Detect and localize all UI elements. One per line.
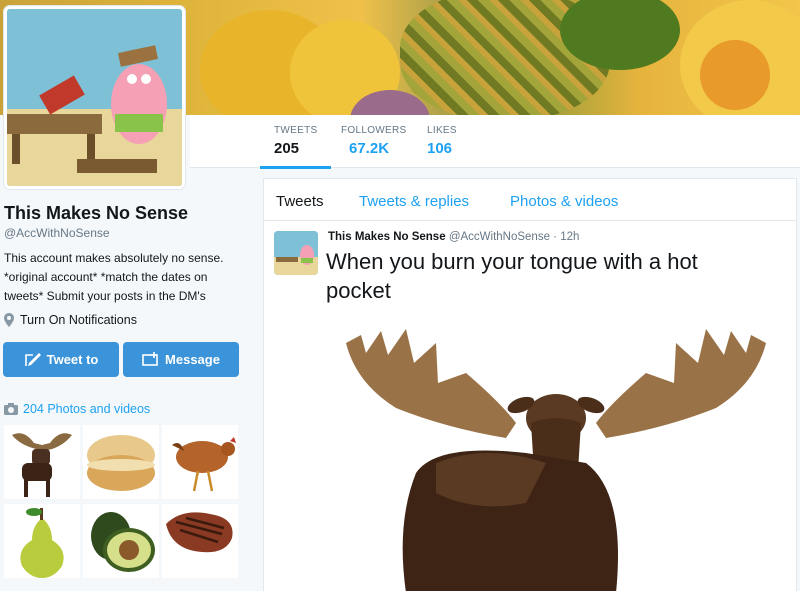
tweet-media-image[interactable] bbox=[326, 313, 788, 591]
pear-thumbnail-image bbox=[4, 504, 80, 578]
thumbnail-steak[interactable] bbox=[162, 504, 238, 578]
profile-bio: This account makes absolutely no sense. … bbox=[4, 251, 224, 303]
tweet-author-handle[interactable]: @AccWithNoSense bbox=[449, 231, 550, 243]
tweet-separator: · bbox=[553, 231, 558, 243]
tweet-author-avatar[interactable] bbox=[274, 231, 318, 275]
stat-likes[interactable]: LIKES 106 bbox=[427, 125, 457, 157]
steak-thumbnail-image bbox=[162, 504, 238, 578]
profile-handle[interactable]: @AccWithNoSense bbox=[4, 226, 110, 240]
tab-tweets-replies[interactable]: Tweets & replies bbox=[359, 193, 469, 210]
profile-avatar[interactable] bbox=[4, 6, 185, 189]
stat-likes-label: LIKES bbox=[427, 125, 457, 136]
camera-icon bbox=[4, 403, 18, 415]
profile-stats-bar: TWEETS 205 FOLLOWERS 67.2K LIKES 106 bbox=[190, 115, 800, 169]
biscuit-thumbnail-image bbox=[83, 425, 159, 499]
compose-icon bbox=[24, 352, 41, 366]
thumbnail-avocado[interactable] bbox=[83, 504, 159, 578]
stat-followers-label: FOLLOWERS bbox=[341, 125, 407, 136]
thumbnail-biscuit[interactable] bbox=[83, 425, 159, 499]
photos-videos-label: 204 Photos and videos bbox=[23, 402, 151, 416]
avocado-thumbnail-image bbox=[83, 504, 159, 578]
tab-photos-videos[interactable]: Photos & videos bbox=[510, 193, 618, 210]
notifications-label: Turn On Notifications bbox=[20, 313, 137, 327]
moose-image bbox=[326, 313, 788, 591]
message-button[interactable]: Message bbox=[123, 342, 239, 377]
tweet-to-label: Tweet to bbox=[46, 352, 99, 367]
timeline-tabs: Tweets Tweets & replies Photos & videos bbox=[264, 179, 796, 221]
tweet-header: This Makes No Sense @AccWithNoSense · 12… bbox=[328, 231, 579, 243]
patrick-avatar-image bbox=[7, 9, 182, 186]
stat-likes-value: 106 bbox=[427, 140, 453, 157]
message-label: Message bbox=[165, 352, 220, 367]
tweet-text: When you burn your tongue with a hot poc… bbox=[326, 249, 698, 303]
moose-thumbnail-image bbox=[4, 425, 80, 499]
tab-tweets[interactable]: Tweets bbox=[276, 193, 324, 210]
photos-videos-link[interactable]: 204 Photos and videos bbox=[4, 402, 150, 416]
stat-tweets[interactable]: TWEETS 205 bbox=[259, 125, 333, 169]
thumbnail-pear[interactable] bbox=[4, 504, 80, 578]
profile-name[interactable]: This Makes No Sense bbox=[4, 203, 188, 224]
stat-tweets-value: 205 bbox=[274, 140, 300, 157]
stat-tweets-label: TWEETS bbox=[274, 125, 318, 136]
message-icon bbox=[142, 351, 158, 366]
stat-followers[interactable]: FOLLOWERS 67.2K bbox=[341, 125, 407, 157]
tweet-author-name[interactable]: This Makes No Sense bbox=[328, 231, 446, 243]
location-pin-icon bbox=[4, 313, 14, 327]
thumbnail-chicken[interactable] bbox=[162, 425, 238, 499]
tweet-avatar-image bbox=[274, 231, 318, 275]
thumbnail-moose[interactable] bbox=[4, 425, 80, 499]
tweet-timestamp[interactable]: 12h bbox=[560, 231, 579, 243]
timeline-panel: Tweets Tweets & replies Photos & videos … bbox=[263, 178, 797, 591]
tweet-to-button[interactable]: Tweet to bbox=[3, 342, 119, 377]
stat-followers-value: 67.2K bbox=[349, 140, 390, 157]
notifications-toggle[interactable]: Turn On Notifications bbox=[4, 313, 137, 327]
chicken-thumbnail-image bbox=[162, 425, 238, 499]
